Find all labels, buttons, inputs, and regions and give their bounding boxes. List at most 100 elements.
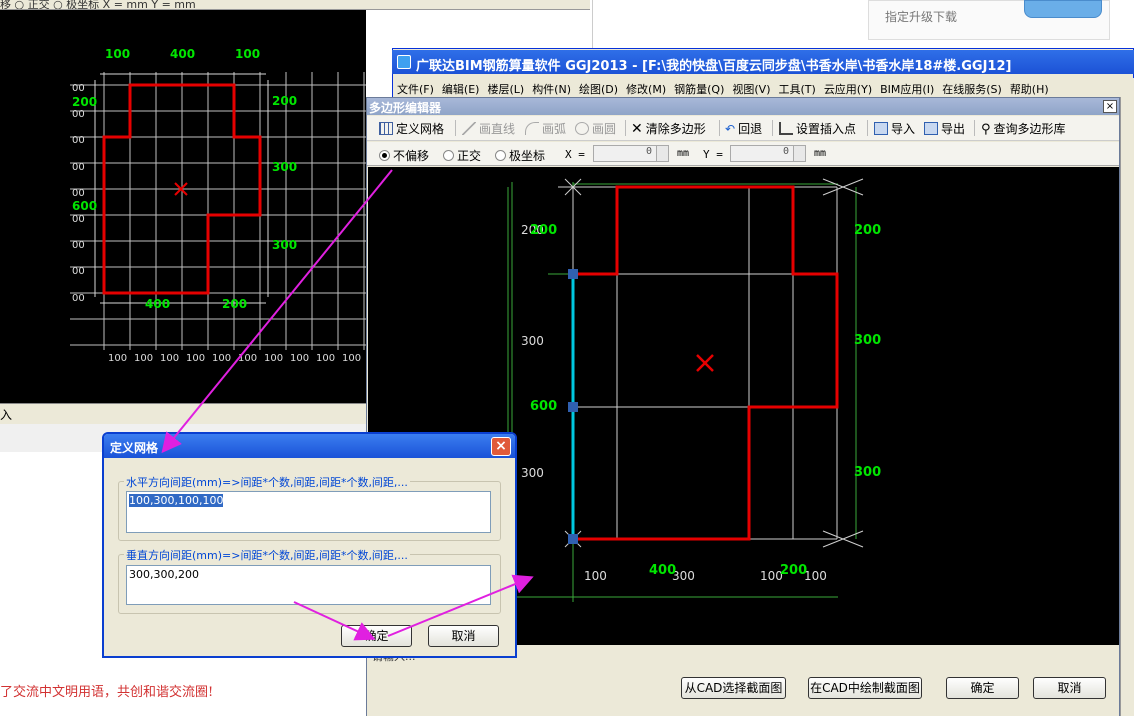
- bg-status-bar: 入: [0, 403, 366, 424]
- menu-rebar[interactable]: 钢筋量(Q): [670, 78, 728, 98]
- vertex-handle-bottom: [568, 534, 578, 544]
- insert-point-icon: [779, 122, 793, 135]
- editor-grid: [558, 178, 864, 548]
- undo-button[interactable]: ↶ 回退: [725, 120, 762, 137]
- x-unit: mm: [677, 148, 690, 159]
- upgrade-button[interactable]: [1024, 0, 1102, 18]
- x-spinner[interactable]: [656, 146, 668, 161]
- bg-left-small-labels: 00 00 00 00 00 00 00 00 00: [72, 83, 85, 304]
- editor-cancel-button[interactable]: 取消: [1033, 677, 1106, 699]
- menu-draw[interactable]: 绘图(D): [575, 78, 622, 98]
- menu-online[interactable]: 在线服务(S): [938, 78, 1006, 98]
- clear-polygon-button[interactable]: ✕ 清除多边形: [631, 120, 706, 137]
- query-polygon-library-button[interactable]: ⚲ 查询多边形库: [981, 120, 1066, 137]
- dim-right-3: 300: [854, 465, 882, 480]
- from-cad-button[interactable]: 从CAD选择截面图: [681, 677, 786, 699]
- bg-dim-top-1: 100: [105, 47, 131, 61]
- menu-modify[interactable]: 修改(M): [622, 78, 670, 98]
- dim-left-green-2: 600: [530, 399, 558, 414]
- polygon-toolbar: 定义网格 画直线 画弧 画圆 ✕ 清除多边形 ↶ 回退 设置插入点 导入 导出 ⚲ 查…: [367, 116, 1119, 141]
- draw-in-cad-button[interactable]: 在CAD中绘制截面图: [808, 677, 922, 699]
- menu-edit[interactable]: 编辑(E): [438, 78, 484, 98]
- polygon-editor-close-button[interactable]: ×: [1103, 100, 1117, 113]
- bg-option-text: 移 ○ 正交 ○ 极坐标 X = mm Y = mm: [0, 0, 196, 10]
- bg-dim-bottom-2: 200: [222, 297, 248, 311]
- upgrade-text[interactable]: 指定升级下载: [885, 8, 957, 25]
- dim-bottom-white-1: 100: [584, 569, 607, 583]
- draw-circle-button[interactable]: 画圆: [575, 120, 616, 137]
- define-grid-button[interactable]: 定义网格: [379, 120, 444, 137]
- import-button[interactable]: 导入: [874, 120, 915, 137]
- x-label: X =: [565, 148, 585, 161]
- bg-dim-right-3: 300: [272, 238, 298, 252]
- y-coordinate-input[interactable]: 0: [730, 145, 806, 162]
- menu-help[interactable]: 帮助(H): [1006, 78, 1053, 98]
- define-grid-close-button[interactable]: ×: [491, 437, 511, 456]
- menu-cloud[interactable]: 云应用(Y): [820, 78, 876, 98]
- line-icon: [462, 122, 476, 135]
- y-label: Y =: [703, 148, 723, 161]
- horizontal-spacing-input[interactable]: 100,300,100,100: [126, 491, 491, 533]
- dim-bottom-green-2: 200: [780, 563, 808, 578]
- set-insert-point-button[interactable]: 设置插入点: [779, 120, 856, 137]
- bg-drawing-canvas[interactable]: 100 400 100 400 200 200 600 200 300 300 …: [0, 10, 366, 403]
- dim-bottom-white-4: 100: [804, 569, 827, 583]
- editor-ok-button[interactable]: 确定: [946, 677, 1019, 699]
- polygon-option-bar: 不偏移 正交 极坐标 X = 0 mm Y = 0 mm: [367, 142, 1119, 166]
- radio-polar-dot: [495, 150, 506, 161]
- radio-no-offset-dot: [379, 150, 390, 161]
- menu-component[interactable]: 构件(N): [528, 78, 575, 98]
- menu-floor[interactable]: 楼层(L): [483, 78, 528, 98]
- y-spinner[interactable]: [793, 146, 805, 161]
- radio-no-offset[interactable]: 不偏移: [379, 147, 429, 164]
- dim-left-white-3: 300: [521, 466, 544, 480]
- horizontal-spacing-label: 水平方向间距(mm)=>间距*个数,间距,间距*个数,间距,...: [124, 474, 410, 490]
- vertex-handle-top: [568, 269, 578, 279]
- dim-left-green-1: 200: [530, 223, 558, 238]
- bg-dim-bottom-1: 400: [145, 297, 171, 311]
- menu-bim[interactable]: BIM应用(I): [876, 78, 938, 98]
- menu-view[interactable]: 视图(V): [728, 78, 774, 98]
- import-icon: [874, 122, 888, 135]
- arc-icon: [525, 122, 539, 135]
- radio-polar[interactable]: 极坐标: [495, 147, 545, 164]
- define-grid-title: 定义网格: [104, 434, 515, 458]
- forum-notice: 了交流中文明用语，共创和谐交流圈!: [0, 685, 214, 700]
- grid-icon: [379, 122, 393, 135]
- circle-icon: [575, 122, 589, 135]
- x-coordinate-input[interactable]: 0: [593, 145, 669, 162]
- bg-status-char: 入: [0, 408, 13, 422]
- vertical-spacing-input[interactable]: 300,300,200: [126, 565, 491, 605]
- bg-dim-right-2: 300: [272, 160, 298, 174]
- app-logo-icon: [397, 55, 411, 69]
- radio-orthogonal-dot: [443, 150, 454, 161]
- bg-dim-top-2: 400: [170, 47, 196, 61]
- clear-x-icon: ✕: [631, 121, 643, 137]
- export-icon: [924, 122, 938, 135]
- vertex-handle-mid: [568, 402, 578, 412]
- menu-tools[interactable]: 工具(T): [775, 78, 820, 98]
- grid-cancel-button[interactable]: 取消: [428, 625, 499, 647]
- vertical-spacing-label: 垂直方向间距(mm)=>间距*个数,间距,间距*个数,间距,...: [124, 547, 410, 563]
- grid-ok-button[interactable]: 确定: [341, 625, 412, 647]
- menu-file[interactable]: 文件(F): [393, 78, 438, 98]
- main-menu-bar: 文件(F) 编辑(E) 楼层(L) 构件(N) 绘图(D) 修改(M) 钢筋量(Q) 视图(V…: [393, 78, 1134, 98]
- draw-line-button[interactable]: 画直线: [462, 120, 515, 137]
- undo-icon: ↶: [725, 122, 736, 136]
- bg-option-bar: 移 ○ 正交 ○ 极坐标 X = mm Y = mm: [0, 0, 590, 10]
- draw-arc-button[interactable]: 画弧: [525, 120, 566, 137]
- dim-bottom-green-1: 400: [649, 563, 677, 578]
- bg-drawing-svg: [70, 72, 366, 350]
- export-button[interactable]: 导出: [924, 120, 965, 137]
- bg-grid-labels: 100 100 100 100 100 100 100 100 100 100: [108, 353, 362, 364]
- radio-orthogonal[interactable]: 正交: [443, 147, 481, 164]
- main-window-title: 广联达BIM钢筋算量软件 GGJ2013 - [F:\我的快盘\百度云同步盘\书…: [392, 50, 1134, 74]
- dim-right-1: 200: [854, 223, 882, 238]
- polygon-editor-title: 多边形编辑器: [367, 98, 1119, 115]
- dim-left-white-2: 300: [521, 334, 544, 348]
- y-unit: mm: [814, 148, 827, 159]
- bg-dim-top-3: 100: [235, 47, 261, 61]
- dim-right-2: 300: [854, 333, 882, 348]
- editor-center-cross: [696, 354, 714, 372]
- bg-grid: [70, 72, 366, 350]
